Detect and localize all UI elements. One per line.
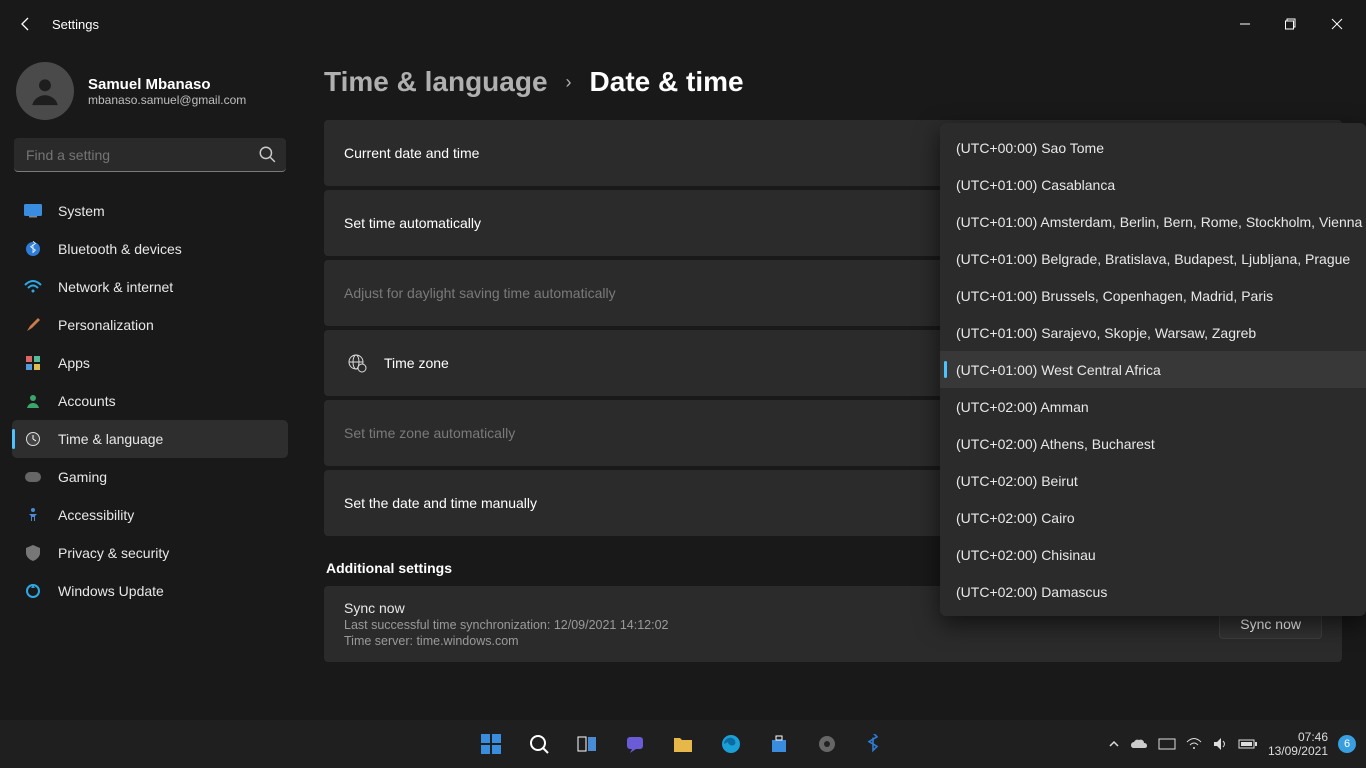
- person-icon: [24, 392, 42, 410]
- close-button[interactable]: [1314, 8, 1360, 40]
- nav-item-network[interactable]: Network & internet: [12, 268, 288, 306]
- system-icon: [24, 202, 42, 220]
- nav-label: Bluetooth & devices: [58, 241, 182, 257]
- timezone-option[interactable]: (UTC+01:00) Sarajevo, Skopje, Warsaw, Za…: [940, 314, 1366, 351]
- nav-label: Accounts: [58, 393, 116, 409]
- search-input[interactable]: [14, 138, 286, 172]
- start-button[interactable]: [471, 724, 511, 764]
- clock[interactable]: 07:46 13/09/2021: [1268, 730, 1328, 758]
- timezone-option[interactable]: (UTC+01:00) Amsterdam, Berlin, Bern, Rom…: [940, 203, 1366, 240]
- timezone-option[interactable]: (UTC+02:00) Damascus: [940, 573, 1366, 610]
- globe-icon: [344, 353, 370, 373]
- accessibility-icon: [24, 506, 42, 524]
- nav-item-time-language[interactable]: Time & language: [12, 420, 288, 458]
- taskbar: 07:46 13/09/2021 6: [0, 720, 1366, 768]
- timezone-option[interactable]: (UTC+02:00) Cairo: [940, 499, 1366, 536]
- timezone-option[interactable]: (UTC+02:00) Athens, Bucharest: [940, 425, 1366, 462]
- search-box[interactable]: [14, 138, 286, 172]
- taskbar-center: [471, 724, 895, 764]
- onedrive-icon[interactable]: [1130, 738, 1148, 750]
- timezone-option[interactable]: (UTC+02:00) Amman: [940, 388, 1366, 425]
- shield-icon: [24, 544, 42, 562]
- store-button[interactable]: [759, 724, 799, 764]
- nav-item-apps[interactable]: Apps: [12, 344, 288, 382]
- nav-item-bluetooth[interactable]: Bluetooth & devices: [12, 230, 288, 268]
- nav-label: Accessibility: [58, 507, 134, 523]
- gaming-icon: [24, 468, 42, 486]
- apps-icon: [24, 354, 42, 372]
- brush-icon: [24, 316, 42, 334]
- timezone-option[interactable]: (UTC+00:00) Sao Tome: [940, 129, 1366, 166]
- nav-item-update[interactable]: Windows Update: [12, 572, 288, 610]
- user-name: Samuel Mbanaso: [88, 76, 246, 93]
- settings-button[interactable]: [807, 724, 847, 764]
- nav-item-accounts[interactable]: Accounts: [12, 382, 288, 420]
- chat-button[interactable]: [615, 724, 655, 764]
- timezone-option[interactable]: (UTC+01:00) Casablanca: [940, 166, 1366, 203]
- nav-label: Windows Update: [58, 583, 164, 599]
- timezone-option[interactable]: (UTC+01:00) West Central Africa: [940, 351, 1366, 388]
- timezone-option[interactable]: (UTC+02:00) Beirut: [940, 462, 1366, 499]
- keyboard-icon[interactable]: [1158, 738, 1176, 750]
- nav-label: Apps: [58, 355, 90, 371]
- timezone-dropdown[interactable]: (UTC+00:00) Sao Tome(UTC+01:00) Casablan…: [940, 123, 1366, 616]
- chevron-right-icon: ›: [566, 72, 572, 93]
- clock-date: 13/09/2021: [1268, 744, 1328, 758]
- tray-chevron-icon[interactable]: [1108, 738, 1120, 750]
- update-icon: [24, 582, 42, 600]
- nav-label: System: [58, 203, 105, 219]
- nav-label: Personalization: [58, 317, 154, 333]
- task-view-button[interactable]: [567, 724, 607, 764]
- volume-icon[interactable]: [1212, 737, 1228, 751]
- nav-item-accessibility[interactable]: Accessibility: [12, 496, 288, 534]
- avatar: [16, 62, 74, 120]
- search-button[interactable]: [519, 724, 559, 764]
- sync-server: Time server: time.windows.com: [344, 634, 1219, 648]
- breadcrumb-parent[interactable]: Time & language: [324, 66, 548, 98]
- nav-list: System Bluetooth & devices Network & int…: [12, 192, 288, 610]
- nav-item-privacy[interactable]: Privacy & security: [12, 534, 288, 572]
- nav-label: Gaming: [58, 469, 107, 485]
- clock-icon: [24, 430, 42, 448]
- wifi-icon: [24, 278, 42, 296]
- nav-item-personalization[interactable]: Personalization: [12, 306, 288, 344]
- nav-label: Time & language: [58, 431, 163, 447]
- breadcrumb: Time & language › Date & time: [324, 48, 1342, 120]
- user-email: mbanaso.samuel@gmail.com: [88, 93, 246, 107]
- nav-item-gaming[interactable]: Gaming: [12, 458, 288, 496]
- minimize-button[interactable]: [1222, 8, 1268, 40]
- battery-icon[interactable]: [1238, 738, 1258, 750]
- bluetooth-button[interactable]: [855, 724, 895, 764]
- timezone-option[interactable]: (UTC+02:00) Chisinau: [940, 536, 1366, 573]
- sidebar: Samuel Mbanaso mbanaso.samuel@gmail.com …: [0, 48, 300, 720]
- notification-badge[interactable]: 6: [1338, 735, 1356, 753]
- nav-item-system[interactable]: System: [12, 192, 288, 230]
- clock-time: 07:46: [1268, 730, 1328, 744]
- wifi-tray-icon[interactable]: [1186, 738, 1202, 750]
- maximize-button[interactable]: [1268, 8, 1314, 40]
- user-account[interactable]: Samuel Mbanaso mbanaso.samuel@gmail.com: [12, 48, 288, 138]
- bluetooth-icon: [24, 240, 42, 258]
- nav-label: Privacy & security: [58, 545, 169, 561]
- back-button[interactable]: [6, 4, 46, 44]
- nav-label: Network & internet: [58, 279, 173, 295]
- file-explorer-button[interactable]: [663, 724, 703, 764]
- timezone-option[interactable]: (UTC+01:00) Brussels, Copenhagen, Madrid…: [940, 277, 1366, 314]
- page-title: Date & time: [590, 66, 744, 98]
- timezone-option[interactable]: (UTC+01:00) Belgrade, Bratislava, Budape…: [940, 240, 1366, 277]
- search-icon: [258, 145, 276, 163]
- system-tray: 07:46 13/09/2021 6: [1108, 730, 1366, 758]
- edge-button[interactable]: [711, 724, 751, 764]
- sync-last: Last successful time synchronization: 12…: [344, 618, 1219, 632]
- window-title: Settings: [52, 17, 99, 32]
- titlebar: Settings: [0, 0, 1366, 48]
